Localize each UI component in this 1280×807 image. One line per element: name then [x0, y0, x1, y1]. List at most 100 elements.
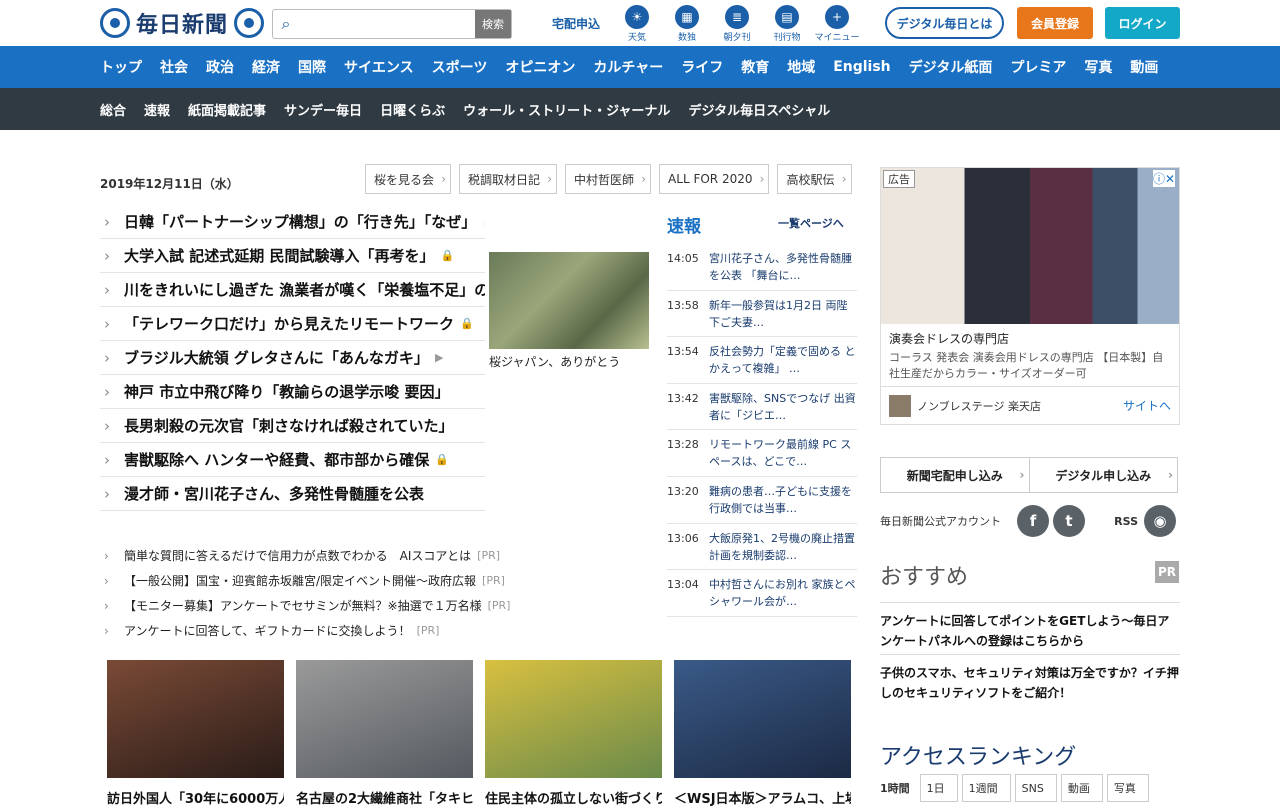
headline-text[interactable]: 神戸 市立中飛び降り「教諭らの退学示唆 要因」: [124, 381, 449, 402]
ranking-tab[interactable]: 動画: [1060, 774, 1103, 802]
nav-item[interactable]: 経済: [252, 57, 280, 77]
pr-item[interactable]: 【一般公開】国宝・迎賓館赤坂離宮/限定イベント開催〜政府広報 [PR]: [100, 568, 660, 593]
card-title[interactable]: 名古屋の2大繊維商社「タキヒョー」: [296, 788, 473, 807]
headline-text[interactable]: ブラジル大統領 グレタさんに「あんなガキ」: [124, 347, 429, 368]
ranking-tab[interactable]: 写真: [1106, 774, 1149, 802]
ranking-tab[interactable]: 1週間: [961, 774, 1011, 802]
news-title[interactable]: 新年一般参賀は1月2日 両陛下ご夫妻…: [709, 297, 857, 331]
rss-icon[interactable]: ◉: [1144, 505, 1176, 537]
headline-text[interactable]: 漫才師・宮川花子さん、多発性骨髄腫を公表: [124, 483, 424, 504]
nav-item[interactable]: 写真: [1084, 57, 1112, 77]
headline-text[interactable]: 大学入試 記述式延期 民間試験導入「再考を」: [124, 245, 434, 266]
headline-item[interactable]: 長男刺殺の元次官「刺さなければ殺されていた」: [100, 409, 485, 443]
card-image[interactable]: [485, 660, 662, 778]
news-title[interactable]: 宮川花子さん、多発性骨髄腫を公表 「舞台に…: [709, 250, 857, 284]
subnav-item[interactable]: ウォール・ストリート・ジャーナル: [463, 100, 670, 119]
headline-text[interactable]: 害獣駆除へ ハンターや経費、都市部から確保: [124, 449, 429, 470]
topic-tag[interactable]: ALL FOR 2020: [659, 164, 770, 194]
nav-item[interactable]: English: [833, 59, 890, 75]
search-button[interactable]: 検索: [475, 10, 511, 38]
nav-item[interactable]: 教育: [741, 57, 769, 77]
news-title[interactable]: リモートワーク最前線 PC スペースは、どこで…: [709, 436, 857, 470]
ad-box[interactable]: 広告 ⓘ✕ 演奏会ドレスの専門店 コーラス 発表会 演奏会用ドレスの専門店 【日…: [880, 167, 1180, 425]
digital-mainichi-button[interactable]: デジタル毎日とは: [885, 7, 1004, 39]
twitter-icon[interactable]: t: [1053, 505, 1085, 537]
pr-text[interactable]: 簡単な質問に答えるだけで信用力が点数でわかる AIスコアとは: [124, 547, 471, 564]
nav-item[interactable]: 政治: [206, 57, 234, 77]
topic-tag[interactable]: 中村哲医師: [565, 164, 652, 194]
ranking-tab[interactable]: SNS: [1014, 774, 1057, 802]
nav-item[interactable]: デジタル紙面: [909, 57, 993, 77]
login-button[interactable]: ログイン: [1105, 7, 1180, 39]
subnav-item[interactable]: 日曜くらぶ: [380, 100, 445, 119]
headline-item[interactable]: 神戸 市立中飛び降り「教諭らの退学示唆 要因」: [100, 375, 485, 409]
feature-card[interactable]: 訪日外国人「30年に6000万人」: [107, 660, 284, 807]
pr-text[interactable]: 【モニター募集】アンケートでセサミンが無料？※抽選で１万名様: [124, 597, 482, 614]
nav-item[interactable]: 社会: [160, 57, 188, 77]
card-image[interactable]: [107, 660, 284, 778]
feature-card[interactable]: ＜WSJ日本版＞アラムコ、上場: [674, 660, 851, 807]
recommend-item[interactable]: 子供のスマホ、セキュリティ対策は万全ですか？イチ押しのセキュリティソフトをご紹介…: [880, 654, 1180, 706]
subnav-item[interactable]: 紙面掲載記事: [188, 100, 266, 119]
nav-item[interactable]: ライフ: [681, 57, 723, 77]
search-input[interactable]: [299, 10, 475, 38]
newspaper-subscribe-button[interactable]: 新聞宅配申し込み: [881, 458, 1030, 492]
register-button[interactable]: 会員登録: [1017, 7, 1093, 39]
news-title[interactable]: 反社会勢力「定義で固める とかえって複雑」 …: [709, 343, 857, 377]
pr-item[interactable]: 簡単な質問に答えるだけで信用力が点数でわかる AIスコアとは [PR]: [100, 543, 660, 568]
delivery-signup-link[interactable]: 宅配申込: [552, 15, 600, 32]
card-title[interactable]: 住民主体の孤立しない街づくり: [485, 788, 662, 807]
nav-item[interactable]: 地域: [787, 57, 815, 77]
feature-card[interactable]: 住民主体の孤立しない街づくり: [485, 660, 662, 807]
breaking-news-all-link[interactable]: 一覧ページへ: [778, 215, 844, 231]
pr-text[interactable]: アンケートに回答して、ギフトカードに交換しよう！: [124, 622, 411, 639]
ranking-tab[interactable]: 1時間: [880, 774, 916, 802]
nav-item[interactable]: スポーツ: [432, 57, 488, 77]
nav-item[interactable]: トップ: [100, 57, 142, 77]
headline-item[interactable]: 害獣駆除へ ハンターや経費、都市部から確保 🔒: [100, 443, 485, 477]
ranking-tab[interactable]: 1日: [919, 774, 958, 802]
news-title[interactable]: 難病の患者…子どもに支援を 行政側では当事…: [709, 483, 857, 517]
digital-subscribe-button[interactable]: デジタル申し込み: [1030, 458, 1178, 492]
headline-item[interactable]: 大学入試 記述式延期 民間試験導入「再考を」 🔒: [100, 239, 485, 273]
news-title[interactable]: 大飯原発1、2号機の廃止措置計画を規制委認…: [709, 530, 857, 564]
recommend-item[interactable]: アンケートに回答してポイントをGETしよう〜毎日アンケートパネルへの登録はこちら…: [880, 602, 1180, 654]
nav-item[interactable]: プレミア: [1010, 57, 1066, 77]
headline-item[interactable]: 川をきれいにし過ぎた 漁業者が嘆く「栄養塩不足」の深刻化🔒: [100, 273, 485, 307]
subnav-item[interactable]: 速報: [144, 100, 170, 119]
card-title[interactable]: 訪日外国人「30年に6000万人」: [107, 788, 284, 807]
nav-item[interactable]: オピニオン: [505, 57, 575, 77]
nav-item[interactable]: 国際: [298, 57, 326, 77]
headline-text[interactable]: 日韓「パートナーシップ構想」の「行き先」「なぜ」: [124, 211, 476, 232]
site-logo[interactable]: 毎日新聞: [100, 6, 265, 40]
headline-item[interactable]: ブラジル大統領 グレタさんに「あんなガキ」 ▶: [100, 341, 485, 375]
subnav-item[interactable]: 総合: [100, 100, 126, 119]
breaking-news-item[interactable]: 13:20 難病の患者…子どもに支援を 行政側では当事…: [667, 477, 857, 524]
main-photo[interactable]: [489, 252, 649, 349]
topic-tag[interactable]: 高校駅伝: [777, 164, 852, 194]
ad-image[interactable]: [881, 168, 1179, 324]
nav-item[interactable]: 動画: [1130, 57, 1158, 77]
pr-item[interactable]: 【モニター募集】アンケートでセサミンが無料？※抽選で１万名様 [PR]: [100, 593, 660, 618]
news-title[interactable]: 害獣駆除、SNSでつなげ 出資者に「ジビエ…: [709, 390, 857, 424]
breaking-news-item[interactable]: 14:05 宮川花子さん、多発性骨髄腫を公表 「舞台に…: [667, 244, 857, 291]
feature-card[interactable]: 名古屋の2大繊維商社「タキヒョー」: [296, 660, 473, 807]
breaking-news-item[interactable]: 13:06 大飯原発1、2号機の廃止措置計画を規制委認…: [667, 524, 857, 571]
card-image[interactable]: [296, 660, 473, 778]
main-photo-caption[interactable]: 桜ジャパン、ありがとう: [489, 353, 620, 370]
nav-item[interactable]: サイエンス: [344, 57, 414, 77]
news-title[interactable]: 中村哲さんにお別れ 家族とペシャワール会が…: [709, 576, 857, 610]
headline-item[interactable]: 日韓「パートナーシップ構想」の「行き先」「なぜ」 🔒: [100, 205, 485, 239]
breaking-news-item[interactable]: 13:58 新年一般参賀は1月2日 両陛下ご夫妻…: [667, 291, 857, 338]
breaking-news-item[interactable]: 13:28 リモートワーク最前線 PC スペースは、どこで…: [667, 430, 857, 477]
pr-text[interactable]: 【一般公開】国宝・迎賓館赤坂離宮/限定イベント開催〜政府広報: [124, 572, 476, 589]
nav-item[interactable]: カルチャー: [593, 57, 663, 77]
rss-label[interactable]: RSS: [1114, 515, 1138, 528]
subnav-item[interactable]: デジタル毎日スペシャル: [688, 100, 830, 119]
ad-close-icon[interactable]: ⓘ✕: [1152, 170, 1175, 187]
headline-text[interactable]: 川をきれいにし過ぎた 漁業者が嘆く「栄養塩不足」の深刻化: [124, 279, 485, 300]
ad-site-link[interactable]: サイトへ: [1123, 397, 1171, 414]
subnav-item[interactable]: サンデー毎日: [284, 100, 362, 119]
card-title[interactable]: ＜WSJ日本版＞アラムコ、上場: [674, 788, 851, 807]
headline-text[interactable]: 長男刺殺の元次官「刺さなければ殺されていた」: [124, 415, 454, 436]
